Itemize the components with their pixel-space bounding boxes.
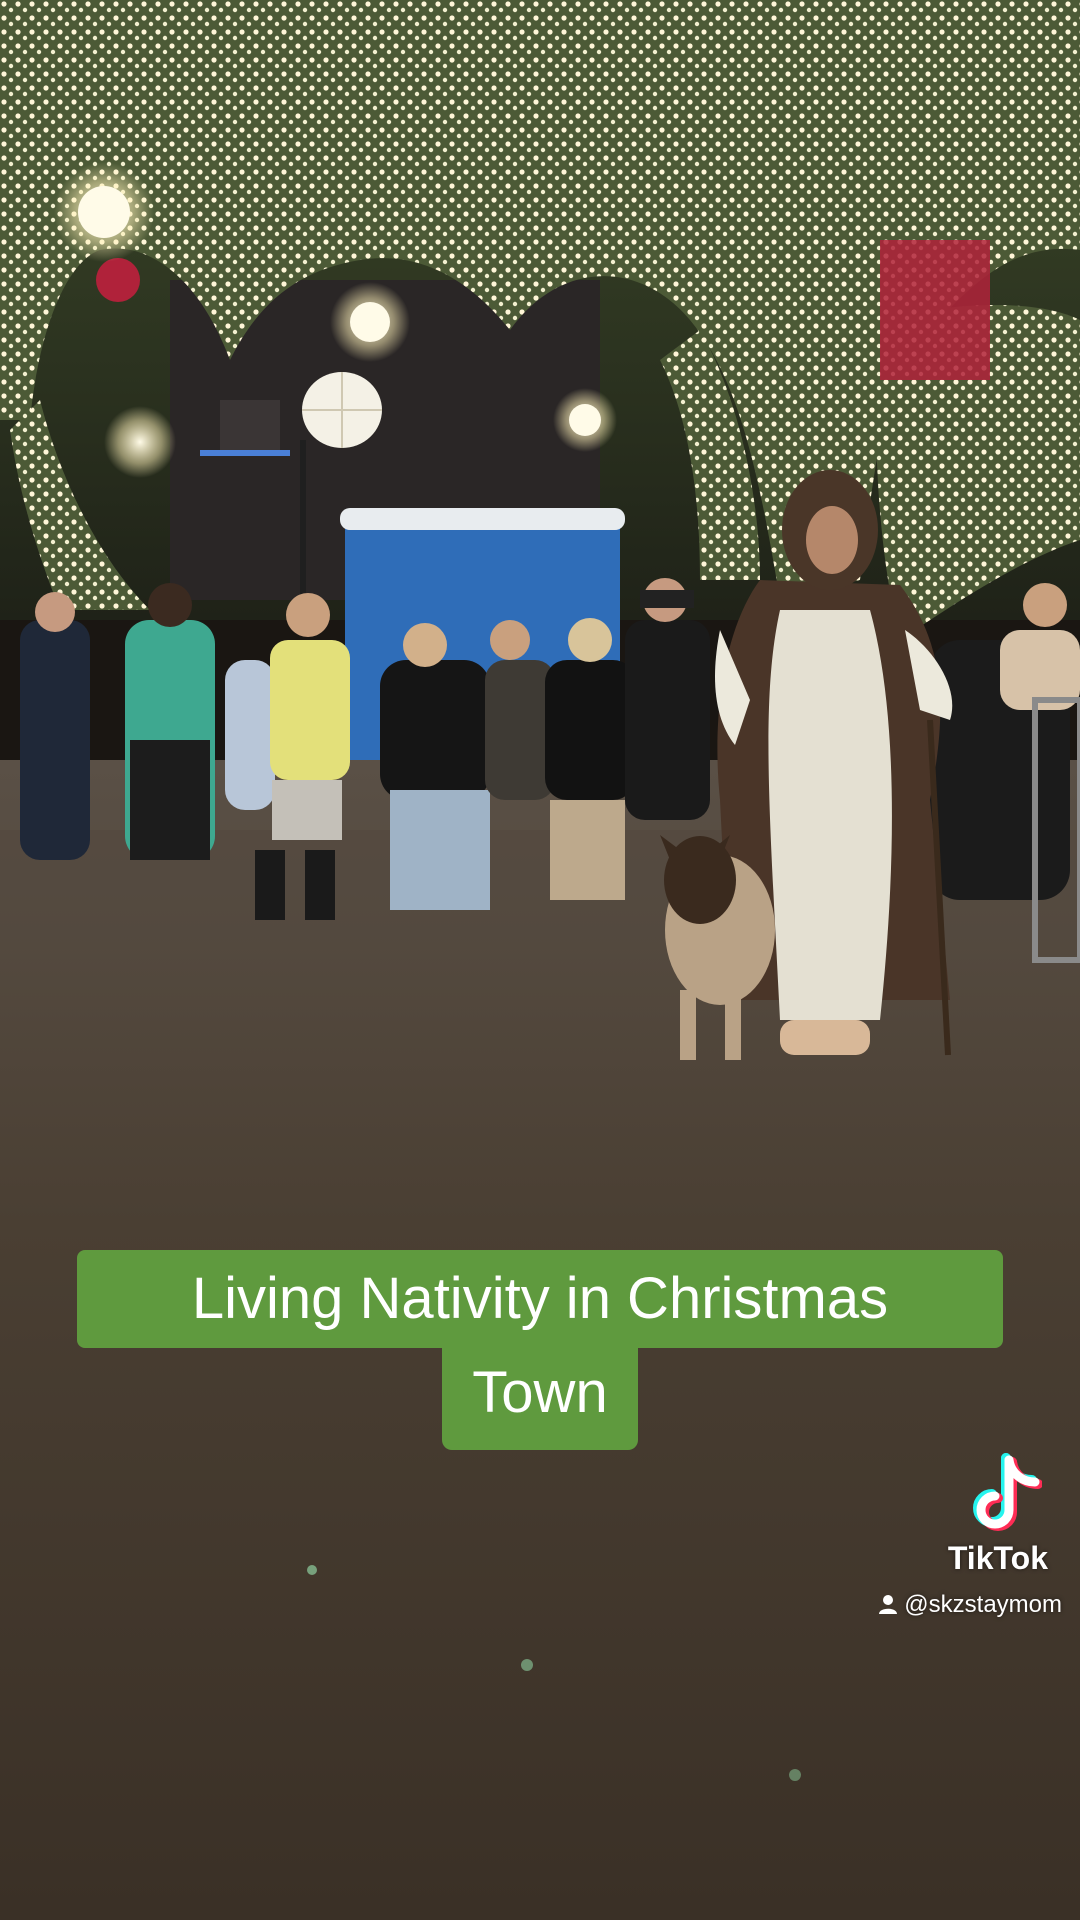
- wreath-decoration: [96, 258, 140, 302]
- tiktok-logo-icon: [973, 1453, 1042, 1531]
- creator-handle: @skzstaymom: [842, 1591, 1062, 1619]
- photo-scene: [0, 0, 1080, 1920]
- tiktok-brand-label: TikTok: [947, 1540, 1048, 1576]
- poinsettia-decoration: [880, 240, 990, 380]
- video-caption: Living Nativity in Christmas Town: [0, 1250, 1080, 1450]
- user-icon: [879, 1595, 898, 1614]
- caption-line-1: Living Nativity in Christmas: [77, 1250, 1003, 1348]
- lamp-glow: [104, 406, 176, 478]
- creator-handle-text: @skzstaymom: [904, 1591, 1062, 1618]
- tiktok-watermark: TikTok @skzstaymom: [842, 1452, 1062, 1619]
- caption-line-2: Town: [442, 1342, 638, 1450]
